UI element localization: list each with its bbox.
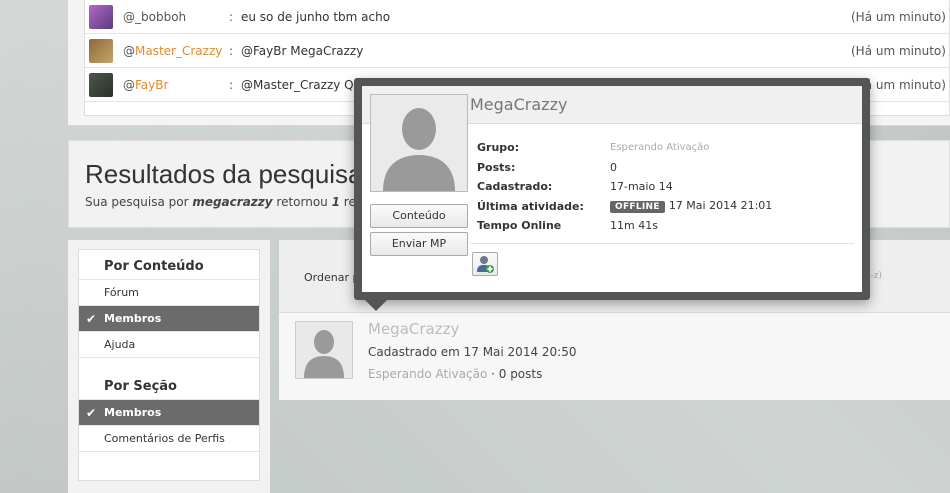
add-friend-button[interactable] — [472, 252, 498, 276]
field-label: Posts: — [477, 160, 516, 174]
last-activity-date: 17 Mai 2014 21:01 — [668, 199, 773, 213]
shout-row: @ Master_Crazzy : @FayBr MegaCrazzy (Há … — [85, 34, 949, 68]
user-avatar[interactable] — [89, 4, 113, 29]
hovercard-body: MegaCrazzy Conteúdo Enviar MP Grupo: Esp… — [362, 86, 862, 292]
shout-separator: : — [229, 77, 234, 92]
shout-separator: : — [229, 43, 234, 58]
field-value: 11m 41s — [610, 219, 658, 233]
search-query: megacrazzy — [192, 195, 273, 209]
results-summary: Sua pesquisa por megacrazzy retornou 1 r… — [85, 195, 400, 209]
filter-item-profile-comments[interactable]: Comentários de Perfis — [79, 426, 259, 452]
filter-item-forum[interactable]: Fórum — [79, 280, 259, 306]
field-registered: Cadastrado: 17-maio 14 — [477, 177, 772, 197]
result-meta: Esperando Ativação · 0 posts — [368, 367, 542, 381]
field-label: Tempo Online — [477, 219, 562, 233]
filter-item-section-members[interactable]: ✔ Membros — [79, 400, 259, 426]
mention-icon[interactable]: @ — [123, 10, 135, 24]
check-icon: ✔ — [86, 406, 97, 420]
shout-username[interactable]: FayBr — [135, 78, 229, 92]
field-posts: Posts: 0 — [477, 158, 772, 178]
hovercard-avatar[interactable] — [370, 94, 468, 192]
shout-message: @FayBr MegaCrazzy — [241, 43, 364, 58]
page-title: Resultados da pesquisa — [85, 159, 363, 189]
hovercard-fields: Grupo: Esperando Ativação Posts: 0 Cadas… — [477, 138, 772, 236]
filter-label: Fórum — [104, 286, 139, 299]
filter-sidebar: Por Conteúdo Fórum ✔ Membros Ajuda Por Se… — [68, 240, 270, 493]
shout-separator: : — [229, 9, 234, 24]
send-pm-button[interactable]: Enviar MP — [370, 232, 468, 256]
check-icon: ✔ — [86, 312, 97, 326]
field-value: 17-maio 14 — [610, 180, 673, 194]
filter-label: Comentários de Perfis — [104, 432, 225, 445]
filter-label: Ajuda — [104, 338, 136, 351]
filter-label: Membros — [104, 312, 162, 325]
hovercard-divider — [470, 243, 854, 244]
field-group: Grupo: Esperando Ativação — [477, 138, 772, 158]
content-button[interactable]: Conteúdo — [370, 204, 468, 228]
result-avatar[interactable] — [295, 321, 353, 379]
filter-spacer — [79, 358, 259, 370]
filter-list: Por Conteúdo Fórum ✔ Membros Ajuda Por Se… — [78, 249, 260, 481]
field-label: Última atividade: — [477, 199, 584, 213]
field-value: Esperando Ativação — [610, 142, 710, 154]
field-value: OFFLINE 17 Mai 2014 21:01 — [610, 199, 773, 214]
result-registered: Cadastrado em 17 Mai 2014 20:50 — [368, 345, 577, 359]
result-posts: · 0 posts — [487, 367, 543, 381]
shout-time: (Há um minuto) — [851, 9, 946, 24]
field-label: Cadastrado: — [477, 180, 553, 194]
shout-username[interactable]: Master_Crazzy — [135, 44, 229, 58]
hovercard-arrow — [364, 299, 388, 311]
user-hovercard: MegaCrazzy Conteúdo Enviar MP Grupo: Esp… — [354, 78, 870, 300]
filter-heading-content: Por Conteúdo — [79, 250, 259, 280]
filter-item-help[interactable]: Ajuda — [79, 332, 259, 358]
field-value: 0 — [610, 160, 617, 174]
result-item: MegaCrazzy Cadastrado em 17 Mai 2014 20:… — [279, 313, 950, 400]
filter-heading-section: Por Seção — [79, 370, 259, 400]
summary-prefix: Sua pesquisa por — [85, 195, 193, 209]
field-online-time: Tempo Online 11m 41s — [477, 216, 772, 236]
shout-time: (Há um minuto) — [851, 43, 946, 58]
shout-message: eu so de junho tbm acho — [241, 9, 391, 24]
hovercard-username[interactable]: MegaCrazzy — [470, 95, 567, 114]
filter-label: Membros — [104, 406, 162, 419]
field-last-activity: Última atividade: OFFLINE 17 Mai 2014 21:… — [477, 197, 772, 217]
status-badge: OFFLINE — [610, 201, 665, 214]
summary-middle: retornou — [272, 195, 332, 209]
result-username[interactable]: MegaCrazzy — [368, 320, 459, 338]
user-avatar[interactable] — [89, 38, 113, 63]
default-avatar-icon — [371, 95, 467, 191]
shout-row: @ _bobboh : eu so de junho tbm acho (Há … — [85, 0, 949, 34]
user-avatar[interactable] — [89, 72, 113, 97]
result-count: 1 — [331, 195, 340, 209]
filter-item-members[interactable]: ✔ Membros — [79, 306, 259, 332]
result-group: Esperando Ativação — [368, 367, 488, 381]
field-label: Grupo: — [477, 141, 520, 155]
mention-icon[interactable]: @ — [123, 78, 135, 92]
shout-username[interactable]: _bobboh — [135, 10, 229, 24]
add-friend-icon — [477, 256, 494, 273]
default-avatar-icon — [296, 322, 352, 378]
mention-icon[interactable]: @ — [123, 44, 135, 58]
